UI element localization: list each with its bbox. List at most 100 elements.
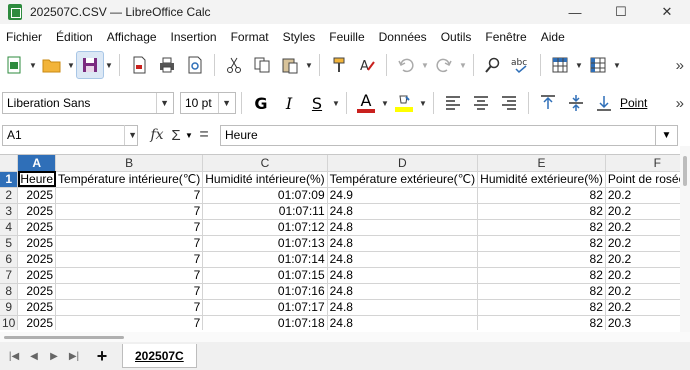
cell[interactable]: 01:07:12 — [202, 219, 328, 236]
cell[interactable]: 20.2 — [605, 283, 680, 300]
cell[interactable]: 20.2 — [605, 219, 680, 236]
cell[interactable]: 82 — [477, 315, 606, 330]
row-header[interactable]: 10 — [0, 315, 19, 330]
center-vertically-icon[interactable] — [562, 89, 590, 117]
cell[interactable]: 82 — [477, 235, 606, 252]
cell[interactable]: 82 — [477, 251, 606, 268]
spreadsheet-grid[interactable]: A B C D E F 1 Heure Température intérieu… — [0, 154, 680, 330]
cell[interactable]: 24.8 — [327, 203, 479, 220]
cell[interactable]: 7 — [55, 267, 204, 284]
scrollbar-thumb[interactable] — [4, 336, 124, 339]
next-sheet-icon[interactable]: ▶ — [44, 351, 64, 362]
cell[interactable]: 24.8 — [327, 315, 479, 330]
column-header-e[interactable]: E — [477, 155, 606, 172]
cell[interactable]: 01:07:16 — [202, 283, 328, 300]
cell[interactable]: 01:07:13 — [202, 235, 328, 252]
menu-format[interactable]: Format — [224, 30, 276, 44]
cell[interactable]: 01:07:11 — [202, 203, 328, 220]
column-header-f[interactable]: F — [605, 155, 680, 172]
row-icon[interactable] — [546, 51, 574, 79]
more-formatting-icon[interactable]: » — [676, 95, 684, 112]
cell[interactable]: 7 — [55, 251, 204, 268]
underline-button[interactable]: S — [303, 89, 331, 117]
highlight-dropdown-arrow[interactable]: ▼ — [418, 89, 428, 117]
cell[interactable]: 7 — [55, 219, 204, 236]
cell[interactable]: 7 — [55, 187, 204, 204]
select-all-corner[interactable] — [0, 155, 19, 172]
clone-formatting-icon[interactable] — [325, 51, 353, 79]
cell[interactable]: Humidité extérieure(%) — [477, 171, 606, 188]
row-header[interactable]: 1 — [0, 171, 19, 188]
undo-dropdown-arrow[interactable]: ▼ — [420, 51, 430, 79]
align-bottom-icon[interactable] — [590, 89, 618, 117]
sheet-tab-202507c[interactable]: 202507C — [122, 344, 197, 368]
close-button[interactable]: ✕ — [644, 0, 690, 24]
row-header[interactable]: 3 — [0, 203, 19, 220]
align-center-icon[interactable] — [467, 89, 495, 117]
find-replace-icon[interactable] — [479, 51, 507, 79]
column-header-b[interactable]: B — [55, 155, 204, 172]
italic-button[interactable]: I — [275, 89, 303, 117]
function-wizard-icon[interactable]: fx — [146, 127, 168, 143]
cell[interactable]: 24.8 — [327, 251, 479, 268]
row-header[interactable]: 6 — [0, 251, 19, 268]
cell[interactable]: 82 — [477, 219, 606, 236]
cell[interactable]: Point de rosée(℃) — [605, 171, 680, 188]
row-header[interactable]: 7 — [0, 267, 19, 284]
maximize-button[interactable]: ☐ — [598, 0, 644, 24]
column-header-d[interactable]: D — [327, 155, 479, 172]
new-spreadsheet-icon[interactable] — [0, 51, 28, 79]
cell[interactable]: 24.8 — [327, 219, 479, 236]
menu-insertion[interactable]: Insertion — [164, 30, 224, 44]
cell[interactable]: 01:07:14 — [202, 251, 328, 268]
formula-icon[interactable]: = — [194, 126, 214, 144]
save-dropdown-arrow[interactable]: ▼ — [104, 51, 114, 79]
open-dropdown-arrow[interactable]: ▼ — [66, 51, 76, 79]
font-color-button[interactable]: A — [352, 89, 380, 117]
cell[interactable]: 20.2 — [605, 267, 680, 284]
cell[interactable]: 82 — [477, 187, 606, 204]
cell[interactable]: 7 — [55, 203, 204, 220]
column-dropdown-arrow[interactable]: ▼ — [612, 51, 622, 79]
menu-fenetre[interactable]: Fenêtre — [478, 30, 533, 44]
cell[interactable]: 24.8 — [327, 283, 479, 300]
save-icon[interactable] — [76, 51, 104, 79]
cell[interactable]: 2025 — [17, 235, 57, 252]
bold-button[interactable]: G — [247, 89, 275, 117]
cell[interactable]: 2025 — [17, 315, 57, 330]
cell[interactable]: 2025 — [17, 219, 57, 236]
paste-dropdown-arrow[interactable]: ▼ — [304, 51, 314, 79]
open-folder-icon[interactable] — [38, 51, 66, 79]
cell[interactable]: 01:07:17 — [202, 299, 328, 316]
copy-icon[interactable] — [248, 51, 276, 79]
cell[interactable]: 2025 — [17, 203, 57, 220]
undo-icon[interactable] — [392, 51, 420, 79]
cell[interactable]: 24.8 — [327, 299, 479, 316]
minimize-button[interactable]: — — [552, 0, 598, 24]
cell[interactable]: 82 — [477, 283, 606, 300]
cell[interactable]: Humidité intérieure(%) — [202, 171, 328, 188]
cell[interactable]: 7 — [55, 299, 204, 316]
more-tools-icon[interactable]: » — [676, 57, 684, 74]
menu-aide[interactable]: Aide — [534, 30, 572, 44]
cell[interactable]: 20.2 — [605, 187, 680, 204]
vertical-scrollbar[interactable] — [680, 146, 690, 332]
cell[interactable]: 2025 — [17, 267, 57, 284]
column-header-a[interactable]: A — [17, 155, 57, 172]
cell[interactable]: 2025 — [17, 283, 57, 300]
cell[interactable]: 20.2 — [605, 203, 680, 220]
chevron-down-icon[interactable]: ▼ — [156, 93, 169, 113]
cell[interactable]: 2025 — [17, 251, 57, 268]
row-dropdown-arrow[interactable]: ▼ — [574, 51, 584, 79]
cell[interactable]: 01:07:15 — [202, 267, 328, 284]
cell[interactable]: 2025 — [17, 299, 57, 316]
cell[interactable]: 2025 — [17, 187, 57, 204]
cut-icon[interactable] — [220, 51, 248, 79]
cell[interactable]: 20.2 — [605, 235, 680, 252]
cell[interactable]: 7 — [55, 315, 204, 330]
cell[interactable]: 24.9 — [327, 187, 479, 204]
underline-dropdown-arrow[interactable]: ▼ — [331, 89, 341, 117]
highlight-color-icon[interactable] — [390, 89, 418, 117]
horizontal-scrollbar[interactable] — [0, 332, 690, 342]
menu-feuille[interactable]: Feuille — [322, 30, 371, 44]
